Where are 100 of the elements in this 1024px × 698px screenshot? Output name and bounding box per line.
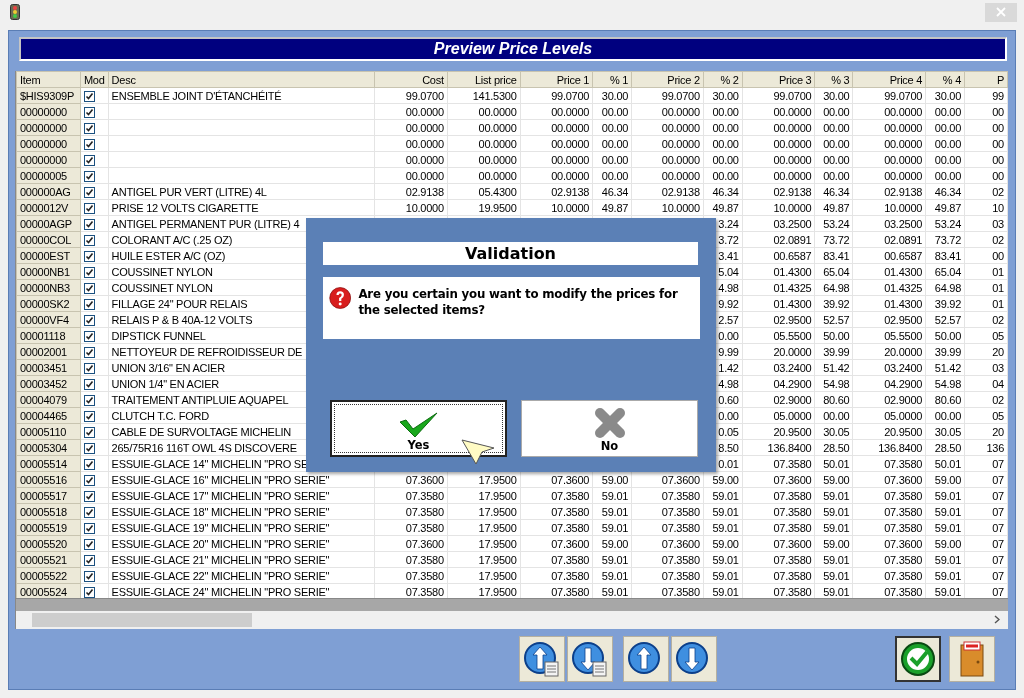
checkbox[interactable]: [83, 475, 95, 487]
checkbox[interactable]: [83, 507, 95, 519]
table-cell: 07.3580: [852, 519, 926, 536]
table-cell: 99: [964, 87, 1008, 104]
column-header[interactable]: % 3: [814, 71, 853, 88]
column-header[interactable]: Cost: [374, 71, 448, 88]
checkbox[interactable]: [83, 395, 95, 407]
table-cell: 00.0000: [374, 119, 448, 136]
checkbox[interactable]: [83, 155, 95, 167]
checkbox[interactable]: [83, 459, 95, 471]
toolbar-button[interactable]: [671, 636, 717, 682]
table-cell: 136.8400: [742, 439, 815, 456]
table-cell: 59.00: [592, 535, 632, 552]
checkbox[interactable]: [83, 171, 95, 183]
column-header[interactable]: Item: [16, 71, 81, 88]
table-cell: 00.00: [814, 135, 853, 152]
table-cell: 59.01: [592, 551, 632, 568]
checkbox[interactable]: [83, 251, 95, 263]
checkbox[interactable]: [83, 283, 95, 295]
toolbar-button[interactable]: [623, 636, 669, 682]
table-cell: 03.2500: [852, 215, 926, 232]
column-header[interactable]: Mod: [80, 71, 109, 88]
table-cell: 04.2900: [852, 375, 926, 392]
table-cell: 03.2400: [742, 359, 815, 376]
column-header[interactable]: Price 1: [520, 71, 593, 88]
table-cell: 53.24: [925, 215, 965, 232]
table-cell: 07.3600: [852, 535, 926, 552]
table-cell: 03.2500: [742, 215, 815, 232]
table-cell: 00.00: [814, 103, 853, 120]
checkbox[interactable]: [83, 539, 95, 551]
table-cell: 65.04: [925, 263, 965, 280]
table-cell: 07.3580: [520, 551, 593, 568]
checkbox[interactable]: [83, 571, 95, 583]
checkbox[interactable]: [83, 203, 95, 215]
table-cell: 46.34: [703, 183, 743, 200]
checkbox[interactable]: [83, 427, 95, 439]
checkbox[interactable]: [83, 347, 95, 359]
checkbox[interactable]: [83, 299, 95, 311]
checkbox[interactable]: [83, 91, 95, 103]
checkbox[interactable]: [83, 491, 95, 503]
checkbox[interactable]: [83, 555, 95, 567]
horizontal-scrollbar[interactable]: [16, 611, 1008, 629]
checkbox[interactable]: [83, 443, 95, 455]
checkbox[interactable]: [83, 587, 95, 599]
table-cell: 00.0000: [520, 119, 593, 136]
checkbox[interactable]: [83, 235, 95, 247]
table-cell: 39.99: [814, 343, 853, 360]
exit-button[interactable]: [949, 636, 995, 682]
checkbox[interactable]: [83, 187, 95, 199]
table-cell: 00: [964, 247, 1008, 264]
table-cell: 04.2900: [742, 375, 815, 392]
table-cell: 07: [964, 503, 1008, 520]
table-cell: 07.3580: [852, 551, 926, 568]
table-cell: 39.92: [925, 295, 965, 312]
toolbar-button[interactable]: [567, 636, 613, 682]
table-cell: 00: [964, 167, 1008, 184]
checkbox[interactable]: [83, 219, 95, 231]
checkbox[interactable]: [83, 315, 95, 327]
table-cell: 59.01: [925, 551, 965, 568]
yes-button[interactable]: Yes: [330, 400, 507, 457]
table-cell: 59.00: [925, 535, 965, 552]
checkbox[interactable]: [83, 331, 95, 343]
checkbox[interactable]: [83, 267, 95, 279]
checkbox[interactable]: [83, 139, 95, 151]
checkbox[interactable]: [83, 411, 95, 423]
checkbox[interactable]: [83, 107, 95, 119]
checkbox[interactable]: [83, 379, 95, 391]
table-cell: 59.01: [703, 503, 743, 520]
table-cell: 00.00: [703, 167, 743, 184]
table-cell: 00.00: [814, 407, 853, 424]
table-cell: 30.00: [814, 87, 853, 104]
column-header[interactable]: Price 2: [631, 71, 704, 88]
description-cell: ANTIGEL PUR VERT (LITRE) 4L: [108, 183, 375, 200]
table-cell: 46.34: [592, 183, 632, 200]
table-cell: 59.01: [703, 551, 743, 568]
table-cell: 59.01: [592, 567, 632, 584]
toolbar-button[interactable]: [519, 636, 565, 682]
no-button[interactable]: No: [521, 400, 698, 457]
table-cell: 00.00: [814, 151, 853, 168]
table-cell: 02.0891: [852, 231, 926, 248]
column-header[interactable]: Price 3: [742, 71, 815, 88]
table-cell: 59.01: [814, 503, 853, 520]
table-cell: 02.9138: [374, 183, 448, 200]
checkbox[interactable]: [83, 363, 95, 375]
table-cell: 17.9500: [447, 519, 521, 536]
table-cell: 50.00: [814, 327, 853, 344]
column-header[interactable]: List price: [447, 71, 521, 88]
column-header[interactable]: Desc: [108, 71, 375, 88]
column-header[interactable]: P: [964, 71, 1008, 88]
column-header[interactable]: % 1: [592, 71, 632, 88]
column-header[interactable]: % 4: [925, 71, 965, 88]
column-header[interactable]: % 2: [703, 71, 743, 88]
checkbox[interactable]: [83, 523, 95, 535]
checkbox[interactable]: [83, 123, 95, 135]
confirm-button[interactable]: [895, 636, 941, 682]
table-cell: 20.9500: [852, 423, 926, 440]
column-header[interactable]: Price 4: [852, 71, 926, 88]
table-cell: 00.0000: [742, 103, 815, 120]
table-cell: 01.4325: [742, 279, 815, 296]
table-cell: 01.4300: [852, 263, 926, 280]
